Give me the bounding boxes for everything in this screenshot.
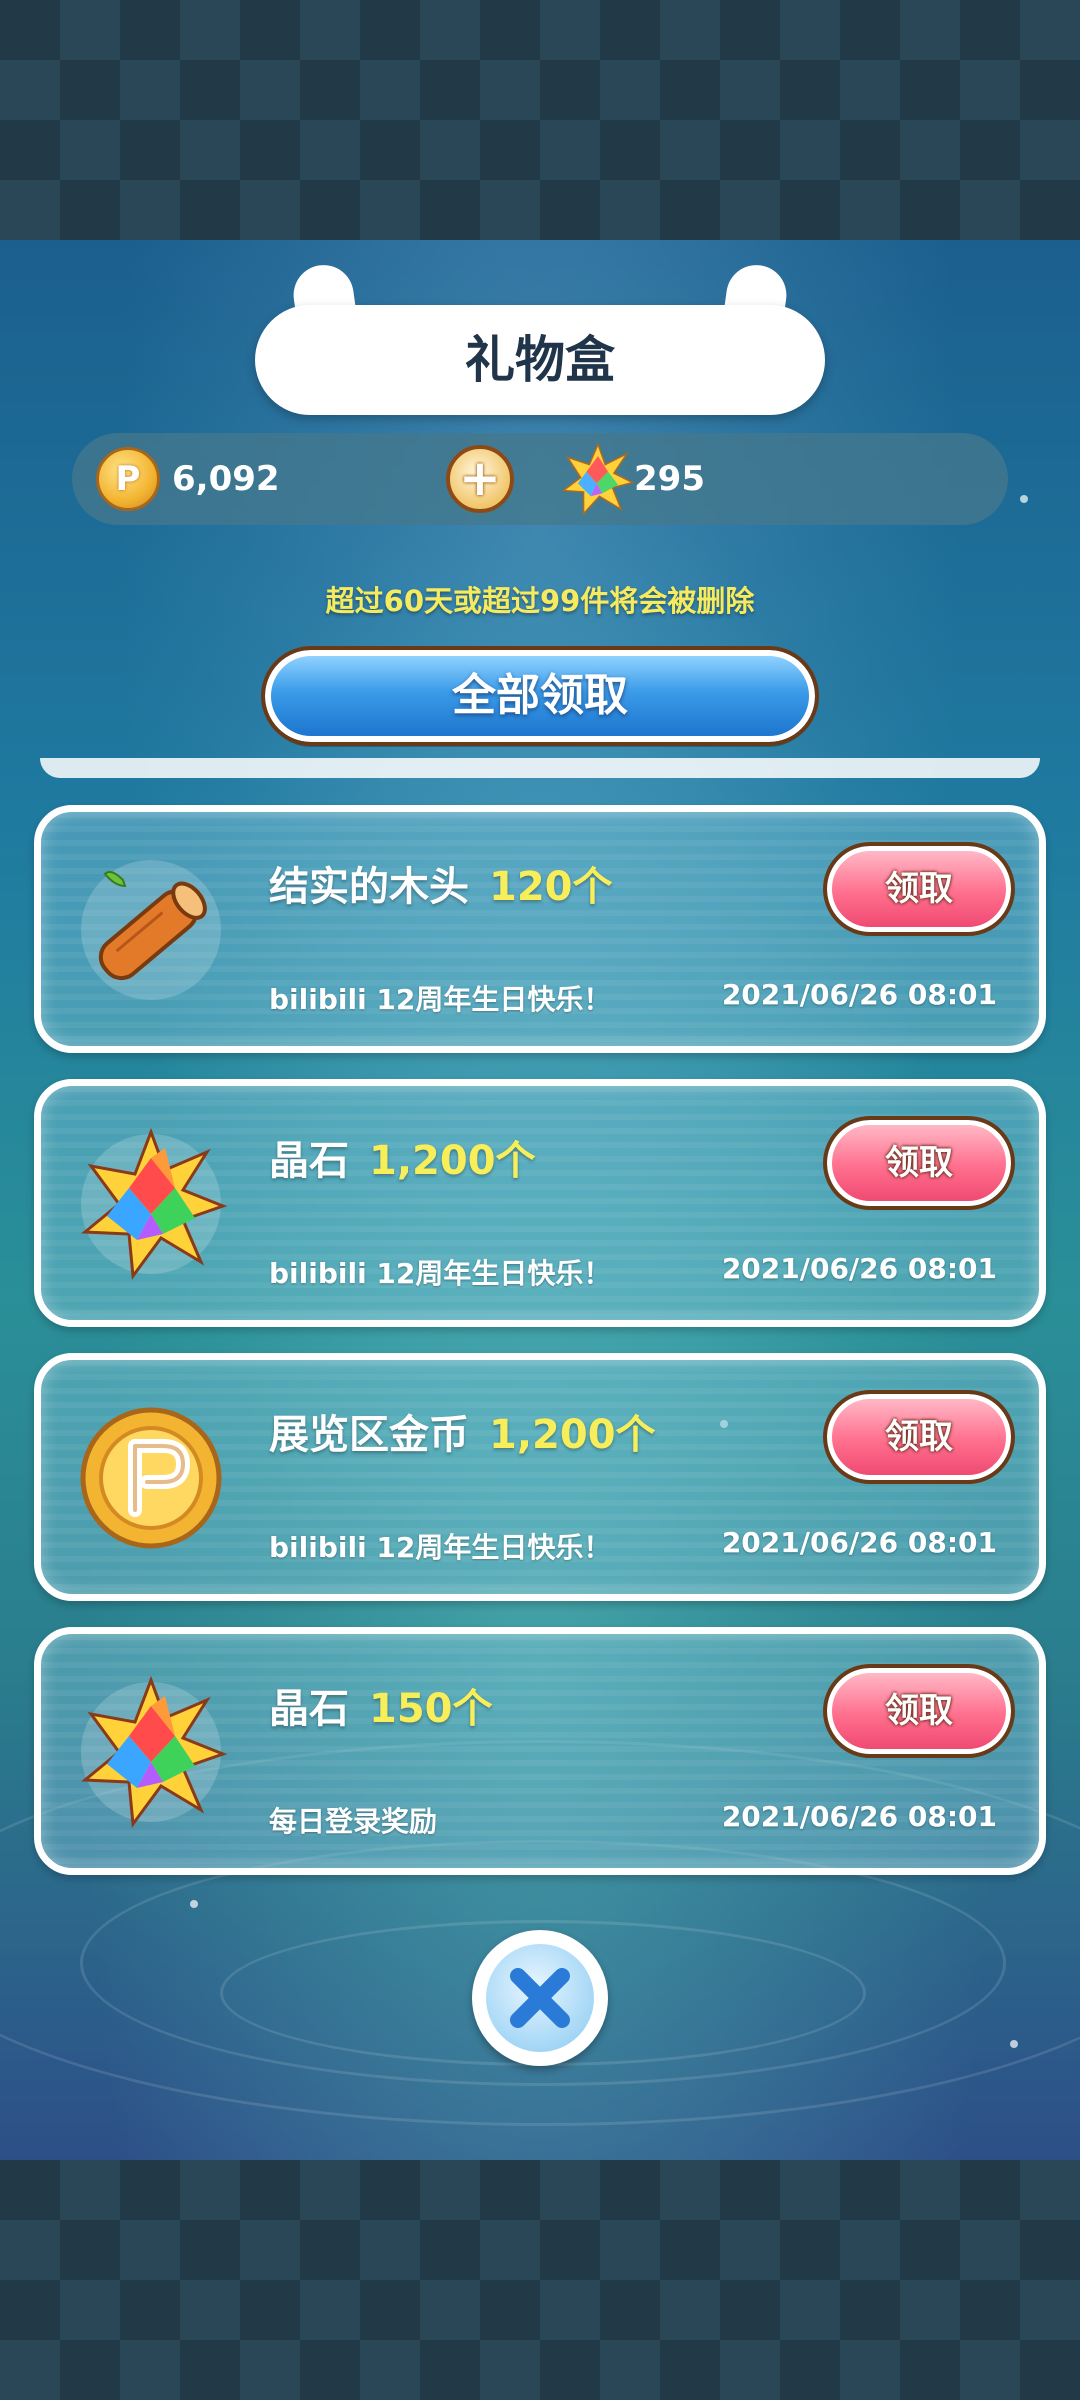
expiry-notice: 超过60天或超过99件将会被删除 bbox=[325, 584, 755, 618]
crystal-gem-icon bbox=[81, 1675, 228, 1829]
gift-quantity: 1,200个 bbox=[369, 1138, 536, 1184]
claim-all-button[interactable]: 全部领取 bbox=[261, 646, 819, 746]
claim-button[interactable]: 领取 bbox=[823, 1664, 1015, 1758]
gift-quantity: 1,200个 bbox=[489, 1412, 656, 1458]
currency-bar: P 6,092 + 295 bbox=[72, 433, 1008, 525]
coin-balance: 6,092 bbox=[172, 459, 280, 499]
gift-name: 晶石 1,200个 bbox=[269, 1138, 536, 1184]
close-button[interactable] bbox=[472, 1930, 608, 2066]
wood-log-icon bbox=[81, 860, 221, 1000]
background-bottom bbox=[0, 2160, 1080, 2400]
title-plate: 礼物盒 bbox=[255, 261, 825, 415]
gift-name: 结实的木头 120个 bbox=[269, 864, 613, 910]
gift-date: 2021/06/26 08:01 bbox=[721, 1252, 997, 1285]
claim-button[interactable]: 领取 bbox=[823, 1390, 1015, 1484]
gift-card: 晶石 150个 每日登录奖励 2021/06/26 08:01 领取 bbox=[34, 1627, 1046, 1875]
claim-button[interactable]: 领取 bbox=[823, 842, 1015, 936]
gift-source: bilibili 12周年生日快乐！ bbox=[269, 1531, 612, 1564]
gift-date: 2021/06/26 08:01 bbox=[721, 1800, 997, 1833]
crystal-gem-icon bbox=[81, 1127, 228, 1281]
gift-card: 展览区金币 1,200个 bilibili 12周年生日快乐！ 2021/06/2… bbox=[34, 1353, 1046, 1601]
add-currency-button[interactable]: + bbox=[446, 445, 514, 513]
gift-card: 晶石 1,200个 bilibili 12周年生日快乐！ 2021/06/26 0… bbox=[34, 1079, 1046, 1327]
gift-date: 2021/06/26 08:01 bbox=[721, 978, 997, 1011]
gift-source: 每日登录奖励 bbox=[269, 1805, 438, 1838]
gift-source: bilibili 12周年生日快乐！ bbox=[269, 983, 612, 1016]
gem-balance: 295 bbox=[634, 459, 705, 499]
gift-date: 2021/06/26 08:01 bbox=[721, 1526, 997, 1559]
close-icon bbox=[510, 1968, 570, 2028]
gift-source: bilibili 12周年生日快乐！ bbox=[269, 1257, 612, 1290]
gift-quantity: 120个 bbox=[489, 864, 613, 910]
pavilion-coin-icon bbox=[80, 1407, 222, 1549]
gift-name: 展览区金币 1,200个 bbox=[269, 1412, 656, 1458]
gift-card: 结实的木头 120个 bilibili 12周年生日快乐！ 2021/06/26 … bbox=[34, 805, 1046, 1053]
gift-name: 晶石 150个 bbox=[269, 1686, 493, 1732]
page-title: 礼物盒 bbox=[465, 331, 615, 389]
list-scroll-edge bbox=[40, 758, 1040, 778]
crystal-gem-icon bbox=[562, 443, 634, 515]
pavilion-coin-icon: P bbox=[96, 447, 160, 511]
claim-button[interactable]: 领取 bbox=[823, 1116, 1015, 1210]
star-decoration bbox=[1020, 495, 1028, 503]
gift-quantity: 150个 bbox=[369, 1686, 493, 1732]
background-top bbox=[0, 0, 1080, 240]
